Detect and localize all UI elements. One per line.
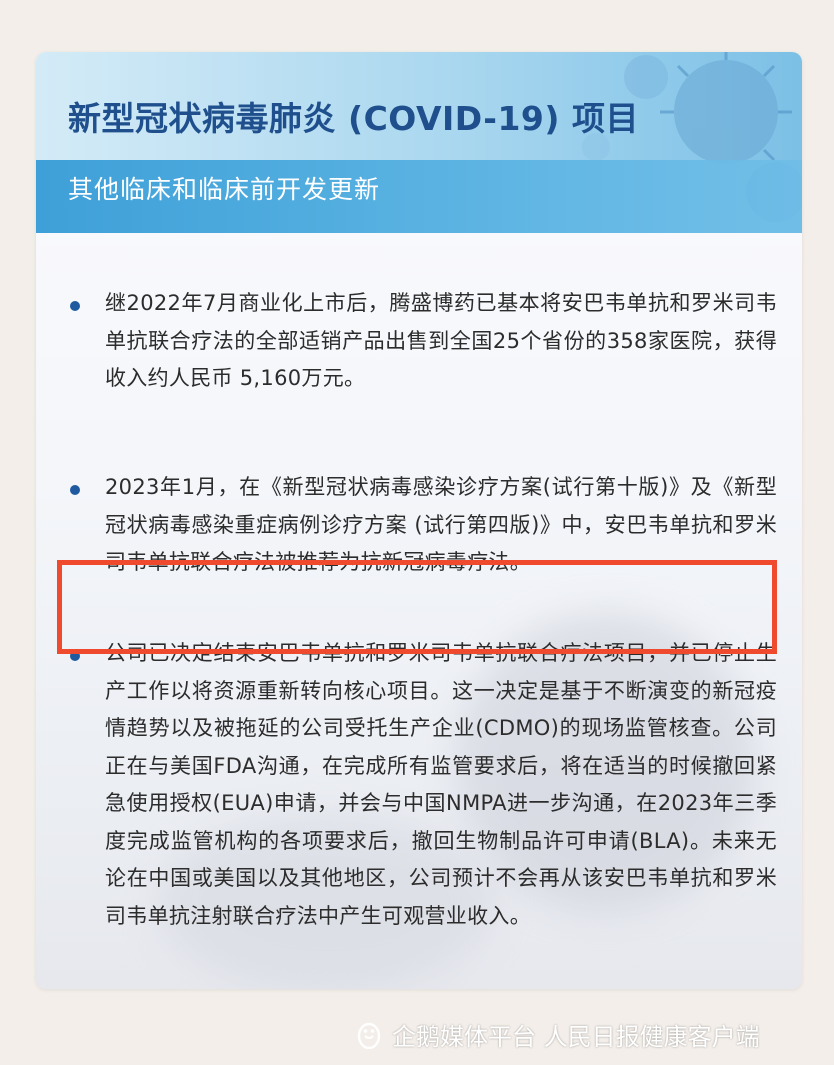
watermark: 企鹅媒体平台 人民日报健康客户端 [354,1016,760,1052]
card-header: 新型冠状病毒肺炎 (COVID-19) 项目 其他临床和临床前开发更新 [36,52,802,233]
content-card: 新型冠状病毒肺炎 (COVID-19) 项目 其他临床和临床前开发更新 继202… [36,52,802,989]
page-subtitle: 其他临床和临床前开发更新 [68,175,381,204]
list-item: 公司已决定结束安巴韦单抗和罗米司韦单抗联合疗法项目，并已停止生产工作以将资源重新… [105,641,777,928]
page-title: 新型冠状病毒肺炎 (COVID-19) 项目 [68,99,639,138]
bullet-dot-icon [70,485,80,495]
list-item: 继2022年7月商业化上市后，腾盛博药已基本将安巴韦单抗和罗米司韦单抗联合疗法的… [105,291,777,390]
watermark-text: 企鹅媒体平台 人民日报健康客户端 [392,1022,760,1051]
penguin-icon [357,1022,381,1049]
highlight-annotation-box [57,560,777,654]
bullet-dot-icon [70,301,80,311]
